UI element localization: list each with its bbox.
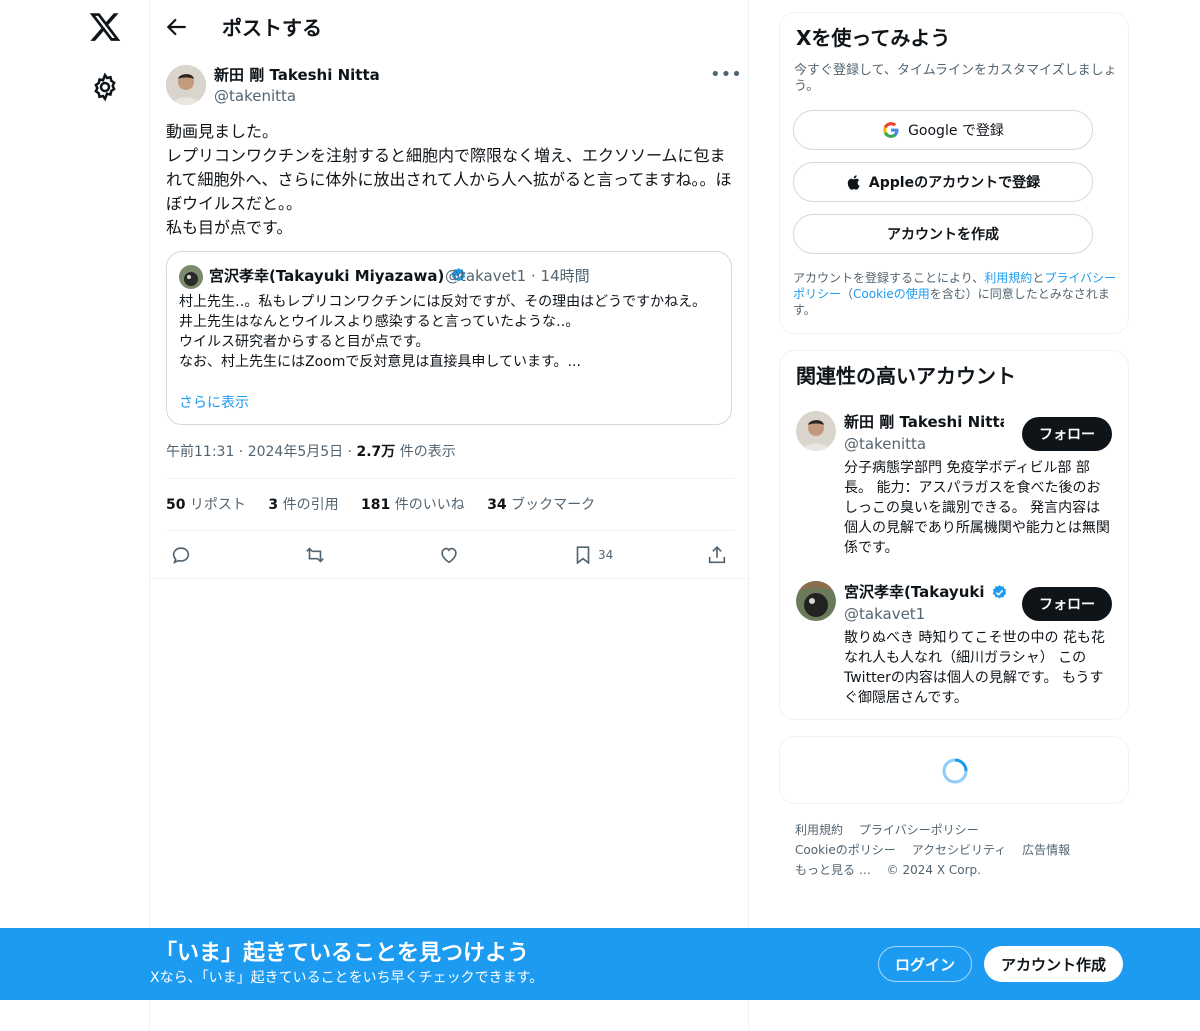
quote-handle-text: @takavet1 xyxy=(445,267,527,285)
footer-row: 利用規約 プライバシーポリシー xyxy=(795,820,1125,840)
footer-link-ads[interactable]: 広告情報 xyxy=(1022,843,1070,857)
google-signup-button[interactable]: Google で登録 xyxy=(793,110,1093,150)
loading-spinner-icon xyxy=(941,757,969,789)
stat-count: 50 xyxy=(166,497,186,513)
avatar[interactable] xyxy=(796,411,836,451)
quote-author-name: 宮沢孝幸(Takayuki Miyazawa) xyxy=(209,266,467,289)
footer-row: Cookieのポリシー アクセシビリティ 広告情報 xyxy=(795,840,1125,860)
relevant-title: 関連性の高いアカウント xyxy=(796,364,1016,388)
account-handle[interactable]: @takavet1 xyxy=(844,604,925,624)
apple-signup-button[interactable]: Appleのアカウントで登録 xyxy=(793,162,1093,202)
bookmark-count: 34 xyxy=(598,548,614,562)
terms-text: と xyxy=(1032,271,1045,285)
divider xyxy=(166,478,734,479)
page-title: ポストする xyxy=(222,16,322,40)
arrow-left-icon[interactable] xyxy=(164,14,190,40)
stat-count: 34 xyxy=(487,497,507,513)
stat-quotes[interactable]: 3 件の引用 xyxy=(268,497,338,513)
stat-bookmarks[interactable]: 34 ブックマーク xyxy=(487,497,595,513)
account-name[interactable]: 新田 剛 Takeshi Nitta xyxy=(844,412,1004,432)
bottom-banner: 「いま」起きていることを見つけよう Xなら、「いま」起きていることをいち早くチェ… xyxy=(0,928,1200,1000)
left-nav xyxy=(0,0,150,1031)
timestamp-text[interactable]: 午前11:31 · 2024年5月5日 · xyxy=(166,444,357,460)
google-signup-label: Google で登録 xyxy=(908,123,1004,139)
stat-count: 3 xyxy=(268,497,279,513)
x-logo-icon[interactable] xyxy=(88,10,122,44)
stat-label: 件の引用 xyxy=(278,497,339,513)
stat-label: ブックマーク xyxy=(506,497,596,513)
show-more-link[interactable]: さらに表示 xyxy=(179,393,249,413)
like-icon[interactable] xyxy=(438,542,460,568)
post-text: 動画見ました。 レプリコンワクチンを注射すると細胞内で際限なく増え、エクソソーム… xyxy=(166,122,732,237)
more-options-icon[interactable]: ••• xyxy=(710,64,742,86)
login-button[interactable]: ログイン xyxy=(878,946,972,982)
divider xyxy=(150,578,749,579)
footer-copyright: © 2024 X Corp. xyxy=(886,863,981,877)
share-icon[interactable] xyxy=(706,542,728,568)
loading-card xyxy=(779,736,1129,804)
apple-icon xyxy=(847,174,860,190)
account-name[interactable]: 宮沢孝幸(Takayuki Miyazawa) xyxy=(844,582,990,602)
footer-link-privacy[interactable]: プライバシーポリシー xyxy=(859,823,979,837)
post-timestamp: 午前11:31 · 2024年5月5日 · 2.7万 件の表示 xyxy=(166,442,456,462)
signup-title: Xを使ってみよう xyxy=(796,26,951,50)
footer-link-terms[interactable]: 利用規約 xyxy=(795,823,843,837)
quote-time: 14時間 xyxy=(540,267,590,285)
repost-icon[interactable] xyxy=(304,542,326,568)
terms-link[interactable]: 利用規約 xyxy=(984,271,1032,285)
stat-label: 件のいいね xyxy=(390,497,465,513)
signup-terms: アカウントを登録することにより、利用規約とプライバシーポリシー（Cookieの使… xyxy=(793,270,1118,318)
stat-likes[interactable]: 181 件のいいね xyxy=(361,497,465,513)
apple-signup-label: Appleのアカウントで登録 xyxy=(868,175,1041,191)
views-label: 件の表示 xyxy=(395,444,456,460)
follow-button[interactable]: フォロー xyxy=(1022,587,1112,621)
quote-avatar xyxy=(179,265,203,289)
avatar[interactable] xyxy=(796,581,836,621)
banner-subtitle: Xなら、「いま」起きていることをいち早くチェックできます。 xyxy=(150,970,544,986)
cookie-link[interactable]: Cookieの使用 xyxy=(853,287,930,301)
stat-label: リポスト xyxy=(185,497,246,513)
account-bio: 散りぬべき 時知りてこそ世の中の 花も花なれ人も人なれ（細川ガラシャ） このTw… xyxy=(844,630,1105,706)
views-count: 2.7万 xyxy=(356,444,396,460)
follow-button[interactable]: フォロー xyxy=(1022,417,1112,451)
footer-link-accessibility[interactable]: アクセシビリティ xyxy=(912,843,1007,857)
footer-links: 利用規約 プライバシーポリシー Cookieのポリシー アクセシビリティ 広告情… xyxy=(795,820,1125,880)
banner-title: 「いま」起きていることを見つけよう xyxy=(155,941,530,966)
relevant-accounts-card: 関連性の高いアカウント 新田 剛 Takeshi Nitta @takenitt… xyxy=(779,350,1129,720)
author-handle[interactable]: @takenitta xyxy=(214,86,296,106)
gear-icon[interactable] xyxy=(90,72,120,102)
verified-badge-icon xyxy=(991,584,1008,605)
create-account-button[interactable]: アカウントを作成 xyxy=(793,214,1093,254)
divider xyxy=(166,530,734,531)
signup-subtitle: 今すぐ登録して、タイムラインをカスタマイズしましょう。 xyxy=(794,63,1117,94)
avatar[interactable] xyxy=(166,65,206,105)
terms-text: アカウントを登録することにより、 xyxy=(793,271,985,285)
quoted-post[interactable]: 宮沢孝幸(Takayuki Miyazawa) @takavet1 · 14時間… xyxy=(166,251,732,425)
stat-reposts[interactable]: 50 リポスト xyxy=(166,497,246,513)
account-bio: 分子病態学部門 免疫学ボディビル部 部長。 能力：アスパラガスを食べた後のおしっ… xyxy=(844,460,1110,556)
footer-link-cookie[interactable]: Cookieのポリシー xyxy=(795,843,896,857)
reply-icon[interactable] xyxy=(170,542,192,568)
quote-author-handle: @takavet1 · 14時間 xyxy=(445,267,590,285)
quote-text: 村上先生‥。私もレプリコンワクチンには反対ですが、その理由はどうですかねえ。 井… xyxy=(179,294,707,370)
google-icon xyxy=(883,122,899,138)
stat-count: 181 xyxy=(361,497,391,513)
signup-button[interactable]: アカウント作成 xyxy=(984,946,1123,982)
account-handle[interactable]: @takenitta xyxy=(844,434,926,454)
main-column: ポストする 新田 剛 Takeshi Nitta @takenitta ••• … xyxy=(150,0,749,1031)
footer-row: もっと見る … © 2024 X Corp. xyxy=(795,860,1125,880)
footer-more-link[interactable]: もっと見る … xyxy=(795,863,871,877)
bookmark-button[interactable]: 34 xyxy=(572,542,613,568)
terms-text: （ xyxy=(841,287,854,301)
signup-card: Xを使ってみよう 今すぐ登録して、タイムラインをカスタマイズしましょう。 Goo… xyxy=(779,12,1129,334)
author-name[interactable]: 新田 剛 Takeshi Nitta xyxy=(214,65,380,85)
post-stats: 50 リポスト 3 件の引用 181 件のいいね 34 ブックマーク xyxy=(166,495,613,515)
quote-author-name-text: 宮沢孝幸(Takayuki Miyazawa) xyxy=(209,267,445,285)
bookmark-icon xyxy=(576,546,590,565)
